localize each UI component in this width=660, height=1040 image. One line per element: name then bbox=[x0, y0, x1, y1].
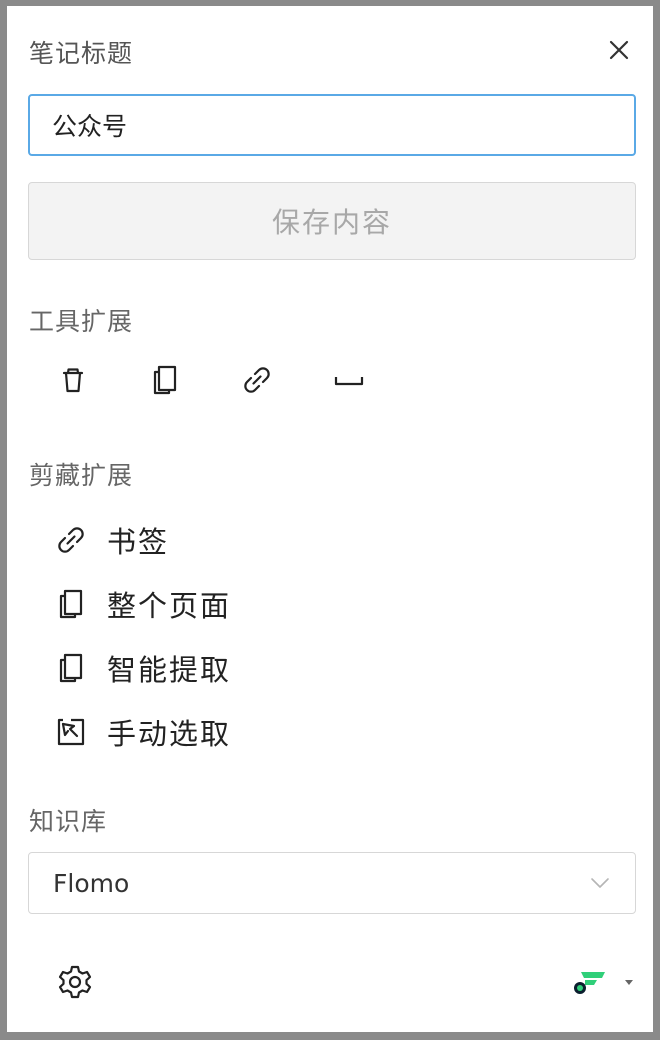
clip-item-manual-select[interactable]: 手动选取 bbox=[53, 710, 231, 754]
trash-icon bbox=[62, 368, 84, 393]
note-title-label: 笔记标题 bbox=[29, 39, 134, 68]
link-icon bbox=[58, 527, 84, 553]
page-icon bbox=[59, 653, 83, 683]
tool-link-button[interactable] bbox=[237, 360, 277, 400]
settings-button[interactable] bbox=[55, 962, 95, 1002]
knowledge-base-label: 知识库 bbox=[29, 807, 108, 836]
space-icon bbox=[334, 377, 364, 386]
close-button[interactable] bbox=[603, 34, 635, 66]
copy-icon bbox=[153, 365, 177, 395]
caret-down-icon bbox=[625, 980, 633, 985]
clip-item-whole-page[interactable]: 整个页面 bbox=[53, 582, 231, 626]
save-content-button[interactable]: 保存内容 bbox=[28, 182, 636, 260]
page-icon bbox=[59, 589, 83, 619]
flomo-logo-icon bbox=[574, 972, 605, 994]
tool-space-button[interactable] bbox=[329, 360, 369, 400]
clip-section-label: 剪藏扩展 bbox=[29, 461, 134, 490]
note-title-input[interactable] bbox=[28, 94, 636, 156]
tools-section-label: 工具扩展 bbox=[29, 307, 134, 336]
clip-item-label: 书签 bbox=[107, 525, 170, 559]
link-icon bbox=[244, 367, 270, 393]
close-icon bbox=[609, 40, 629, 60]
select-icon bbox=[57, 718, 85, 746]
chevron-down-icon bbox=[591, 878, 609, 888]
brand-menu-button[interactable] bbox=[571, 964, 635, 1000]
tool-trash-button[interactable] bbox=[53, 360, 93, 400]
clipper-panel: 笔记标题 保存内容 工具扩展 剪藏扩展 bbox=[7, 6, 653, 1032]
tool-copy-button[interactable] bbox=[145, 360, 185, 400]
knowledge-base-select[interactable]: Flomo bbox=[28, 852, 636, 914]
clip-item-label: 整个页面 bbox=[107, 589, 232, 623]
knowledge-base-value: Flomo bbox=[53, 868, 130, 898]
gear-icon bbox=[58, 965, 92, 999]
clip-item-bookmark[interactable]: 书签 bbox=[53, 518, 169, 562]
clip-item-label: 智能提取 bbox=[107, 653, 232, 687]
clip-item-label: 手动选取 bbox=[107, 717, 232, 751]
clip-item-smart-extract[interactable]: 智能提取 bbox=[53, 646, 231, 690]
